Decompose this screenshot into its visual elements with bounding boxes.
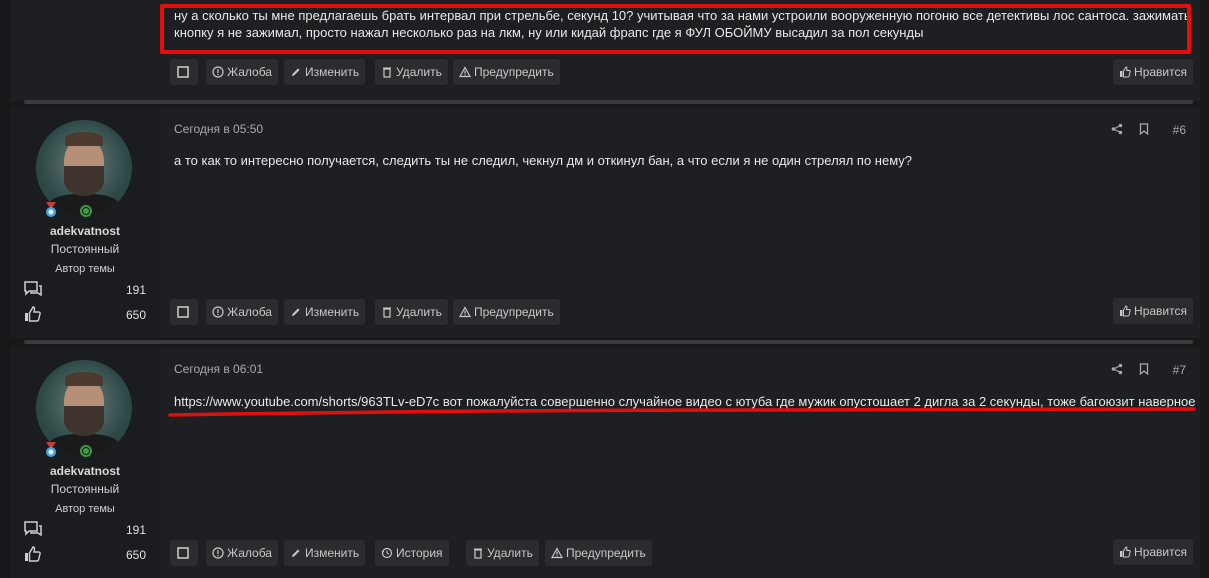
delete-button[interactable]: Удалить bbox=[375, 299, 448, 325]
share-icon[interactable] bbox=[1111, 363, 1123, 375]
select-checkbox[interactable] bbox=[170, 59, 198, 85]
warn-button[interactable]: Предупредить bbox=[453, 59, 560, 85]
messages-count: 191 bbox=[125, 523, 146, 537]
edit-icon bbox=[292, 308, 300, 316]
post-divider bbox=[24, 340, 1193, 344]
messages-icon bbox=[24, 281, 42, 297]
like-label: Нравится bbox=[1134, 65, 1187, 79]
bookmark-icon[interactable] bbox=[1138, 123, 1150, 135]
author-role: Автор темы bbox=[55, 263, 115, 275]
edit-button[interactable]: Изменить bbox=[284, 59, 366, 85]
reactions-icon bbox=[25, 546, 41, 562]
author-title: Постоянный bbox=[50, 482, 120, 496]
like-label: Нравится bbox=[1134, 304, 1187, 318]
checkbox-icon bbox=[176, 306, 189, 318]
edit-button[interactable]: Изменить bbox=[284, 540, 366, 566]
report-label: Жалоба bbox=[227, 65, 272, 79]
medal-icon bbox=[46, 202, 56, 217]
report-button[interactable]: Жалоба bbox=[206, 59, 278, 85]
post-number[interactable]: #7 bbox=[1173, 363, 1186, 377]
bookmark-icon[interactable] bbox=[1138, 363, 1150, 375]
checkbox-icon bbox=[176, 547, 189, 559]
online-status-icon bbox=[80, 445, 92, 457]
medal-icon bbox=[46, 442, 56, 457]
warn-label: Предупредить bbox=[474, 305, 554, 319]
history-label: История bbox=[396, 546, 443, 560]
author-name[interactable]: adekvatnost bbox=[10, 224, 160, 238]
edit-label: Изменить bbox=[305, 305, 360, 319]
history-button[interactable]: История bbox=[375, 540, 449, 566]
report-icon bbox=[212, 66, 224, 78]
edit-icon bbox=[292, 549, 300, 557]
like-icon bbox=[1120, 66, 1131, 78]
post-2: adekvatnost Постоянный Автор темы 191 65… bbox=[10, 107, 1200, 338]
post-3-author: adekvatnost Постоянный Автор темы 191 65… bbox=[10, 347, 160, 578]
like-label: Нравится bbox=[1134, 545, 1187, 559]
edit-label: Изменить bbox=[305, 65, 360, 79]
warn-label: Предупредить bbox=[566, 546, 646, 560]
history-icon bbox=[381, 547, 393, 559]
reactions-stat: 650 bbox=[24, 546, 146, 564]
like-icon bbox=[1120, 546, 1131, 558]
author-name[interactable]: adekvatnost bbox=[10, 464, 160, 478]
delete-label: Удалить bbox=[396, 65, 442, 79]
post-date[interactable]: Сегодня в 06:01 bbox=[174, 362, 263, 376]
post-2-author: adekvatnost Постоянный Автор темы 191 65… bbox=[10, 107, 160, 338]
warn-button[interactable]: Предупредить bbox=[453, 299, 560, 325]
post-2-message: а то как то интересно получается, следит… bbox=[174, 153, 913, 168]
messages-count: 191 bbox=[125, 283, 146, 297]
edit-button[interactable]: Изменить bbox=[284, 299, 366, 325]
delete-button[interactable]: Удалить bbox=[375, 59, 448, 85]
post-number[interactable]: #6 bbox=[1173, 123, 1186, 137]
warn-icon bbox=[459, 66, 471, 78]
like-button[interactable]: Нравится bbox=[1113, 59, 1193, 85]
reactions-count: 650 bbox=[125, 308, 146, 322]
highlight-box bbox=[160, 4, 1191, 54]
checkbox-icon bbox=[176, 66, 189, 78]
messages-stat: 191 bbox=[24, 281, 146, 299]
forum-thread-page: ну а сколько ты мне предлагаешь брать ин… bbox=[0, 0, 1209, 578]
share-icon[interactable] bbox=[1111, 123, 1123, 135]
post-divider bbox=[24, 100, 1193, 104]
like-button[interactable]: Нравится bbox=[1113, 539, 1193, 565]
reactions-stat: 650 bbox=[24, 306, 146, 324]
author-title: Постоянный bbox=[50, 242, 120, 256]
messages-icon bbox=[24, 521, 42, 537]
report-icon bbox=[212, 306, 224, 318]
post-3: adekvatnost Постоянный Автор темы 191 65… bbox=[10, 347, 1200, 578]
post-meta-controls: #6 bbox=[1106, 122, 1186, 138]
online-status-icon bbox=[80, 205, 92, 217]
delete-icon bbox=[383, 307, 391, 318]
report-icon bbox=[212, 547, 224, 559]
reactions-count: 650 bbox=[125, 548, 146, 562]
report-label: Жалоба bbox=[227, 546, 272, 560]
warn-button[interactable]: Предупредить bbox=[545, 540, 652, 566]
select-checkbox[interactable] bbox=[170, 299, 198, 325]
edit-label: Изменить bbox=[305, 546, 360, 560]
edit-icon bbox=[292, 68, 300, 76]
report-label: Жалоба bbox=[227, 305, 272, 319]
delete-icon bbox=[474, 548, 482, 559]
warn-label: Предупредить bbox=[474, 65, 554, 79]
post-date[interactable]: Сегодня в 05:50 bbox=[174, 122, 263, 136]
report-button[interactable]: Жалоба bbox=[206, 540, 278, 566]
delete-label: Удалить bbox=[396, 305, 442, 319]
highlight-underline bbox=[168, 407, 1196, 417]
delete-label: Удалить bbox=[487, 546, 533, 560]
messages-stat: 191 bbox=[24, 521, 146, 539]
like-icon bbox=[1120, 305, 1131, 317]
delete-icon bbox=[383, 67, 391, 78]
warn-icon bbox=[459, 306, 471, 318]
delete-button[interactable]: Удалить bbox=[466, 540, 539, 566]
reactions-icon bbox=[25, 306, 41, 322]
author-role: Автор темы bbox=[55, 503, 115, 515]
select-checkbox[interactable] bbox=[170, 540, 198, 566]
warn-icon bbox=[551, 547, 563, 559]
like-button[interactable]: Нравится bbox=[1113, 298, 1193, 324]
post-meta-controls: #7 bbox=[1106, 362, 1186, 378]
report-button[interactable]: Жалоба bbox=[206, 299, 278, 325]
